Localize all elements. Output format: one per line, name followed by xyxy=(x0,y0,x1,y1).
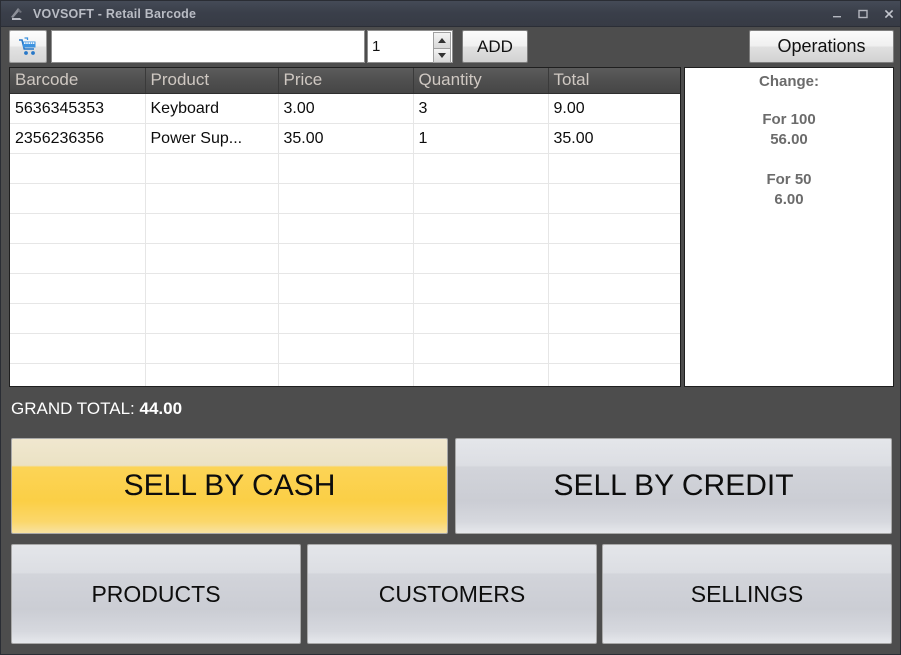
cell-total: 35.00 xyxy=(548,124,680,154)
change-entry-label: For 50 xyxy=(685,170,893,190)
arrow-down-icon[interactable] xyxy=(433,48,451,64)
quantity-stepper[interactable] xyxy=(367,30,453,63)
change-entry-value: 56.00 xyxy=(685,130,893,150)
table-row-empty[interactable] xyxy=(10,334,680,364)
add-button[interactable]: ADD xyxy=(462,30,528,63)
vovsoft-logo-icon xyxy=(9,5,27,23)
cell-barcode: 5636345353 xyxy=(10,94,145,124)
cell-price: 35.00 xyxy=(278,124,413,154)
minimize-icon[interactable] xyxy=(824,1,850,27)
app-window: VOVSOFT - Retail Barcode xyxy=(0,0,901,655)
change-panel: Change: For 100 56.00 For 50 6.00 xyxy=(684,67,894,387)
quantity-spin-buttons xyxy=(433,32,451,63)
cell-price: 3.00 xyxy=(278,94,413,124)
customers-button[interactable]: CUSTOMERS xyxy=(307,544,597,644)
table-row-empty[interactable] xyxy=(10,364,680,388)
titlebar: VOVSOFT - Retail Barcode xyxy=(1,1,901,27)
table-row-empty[interactable] xyxy=(10,154,680,184)
cell-quantity: 3 xyxy=(413,94,548,124)
operations-button[interactable]: Operations xyxy=(749,30,894,63)
change-entry: For 50 6.00 xyxy=(685,170,893,210)
change-panel-title: Change: xyxy=(685,73,893,90)
shopping-cart-icon xyxy=(17,36,39,58)
quantity-input[interactable] xyxy=(368,31,433,62)
table-row[interactable]: 5636345353 Keyboard 3.00 3 9.00 xyxy=(10,94,680,124)
cart-items-table: Barcode Product Price Quantity Total 563… xyxy=(10,68,680,387)
table-row-empty[interactable] xyxy=(10,304,680,334)
column-header-product[interactable]: Product xyxy=(145,68,278,94)
arrow-up-icon[interactable] xyxy=(433,32,451,48)
cell-product: Power Sup... xyxy=(145,124,278,154)
toolbar: ADD Operations xyxy=(1,27,901,65)
barcode-input[interactable] xyxy=(51,30,365,63)
table-row-empty[interactable] xyxy=(10,184,680,214)
table-body: 5636345353 Keyboard 3.00 3 9.00 23562363… xyxy=(10,94,680,388)
sell-by-credit-button[interactable]: SELL BY CREDIT xyxy=(455,438,892,534)
table-row-empty[interactable] xyxy=(10,214,680,244)
table-row-empty[interactable] xyxy=(10,244,680,274)
products-button[interactable]: PRODUCTS xyxy=(11,544,301,644)
cell-quantity: 1 xyxy=(413,124,548,154)
cell-total: 9.00 xyxy=(548,94,680,124)
cell-barcode: 2356236356 xyxy=(10,124,145,154)
sell-by-cash-button[interactable]: SELL BY CASH xyxy=(11,438,448,534)
column-header-total[interactable]: Total xyxy=(548,68,680,94)
cell-product: Keyboard xyxy=(145,94,278,124)
cart-items-grid[interactable]: Barcode Product Price Quantity Total 563… xyxy=(9,67,681,387)
shopping-cart-button[interactable] xyxy=(9,30,47,63)
close-icon[interactable] xyxy=(876,1,901,27)
grand-total-label: GRAND TOTAL: xyxy=(11,399,139,418)
table-header-row: Barcode Product Price Quantity Total xyxy=(10,68,680,94)
change-entry-value: 6.00 xyxy=(685,190,893,210)
maximize-icon[interactable] xyxy=(850,1,876,27)
sellings-button[interactable]: SELLINGS xyxy=(602,544,892,644)
window-title: VOVSOFT - Retail Barcode xyxy=(33,7,196,21)
grand-total: GRAND TOTAL: 44.00 xyxy=(11,399,182,419)
window-controls xyxy=(824,1,901,26)
column-header-price[interactable]: Price xyxy=(278,68,413,94)
column-header-quantity[interactable]: Quantity xyxy=(413,68,548,94)
change-entry-label: For 100 xyxy=(685,110,893,130)
change-entry: For 100 56.00 xyxy=(685,110,893,150)
table-row-empty[interactable] xyxy=(10,274,680,304)
grand-total-value: 44.00 xyxy=(139,399,182,418)
table-row[interactable]: 2356236356 Power Sup... 35.00 1 35.00 xyxy=(10,124,680,154)
column-header-barcode[interactable]: Barcode xyxy=(10,68,145,94)
